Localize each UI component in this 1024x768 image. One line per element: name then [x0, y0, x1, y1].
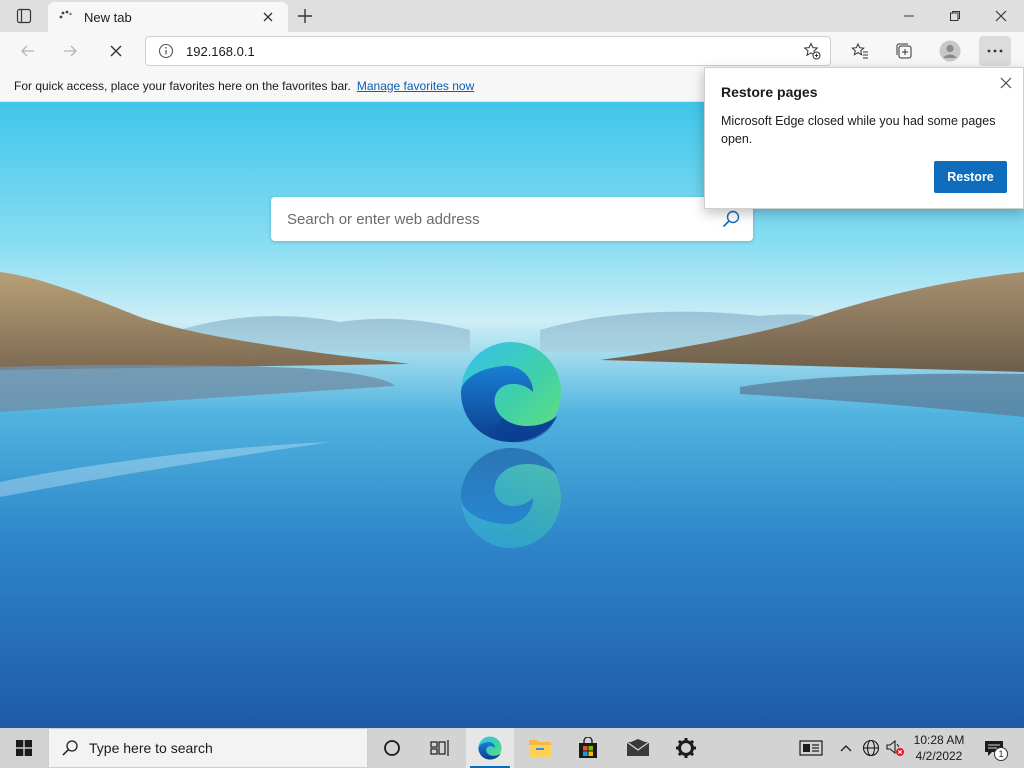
cortana-icon [384, 740, 400, 756]
network-icon [862, 739, 880, 757]
store-button[interactable] [564, 728, 612, 768]
manage-favorites-link[interactable]: Manage favorites now [357, 79, 474, 93]
search-icon [722, 210, 740, 228]
spinner-icon [59, 10, 72, 19]
edge-logo-reflection [461, 448, 561, 548]
address-bar[interactable]: 192.168.0.1 [145, 36, 831, 66]
file-explorer-button[interactable] [516, 728, 564, 768]
window-close-button[interactable] [978, 0, 1024, 32]
taskbar-edge-button[interactable] [466, 728, 514, 768]
close-icon [995, 10, 1007, 22]
maximize-button[interactable] [932, 0, 978, 32]
mail-button[interactable] [614, 728, 662, 768]
minimize-icon [904, 15, 914, 17]
file-explorer-icon [529, 740, 551, 757]
popup-message: Microsoft Edge closed while you had some… [721, 114, 996, 146]
forward-arrow-icon [64, 45, 77, 57]
clock-date: 4/2/2022 [915, 749, 963, 763]
collections-icon [896, 43, 912, 59]
mail-icon [626, 739, 650, 756]
info-icon [158, 43, 174, 59]
search-box[interactable]: Search or enter web address [271, 197, 753, 241]
taskbar: Type here to search 10:28 AM 4/2/2022 1 [0, 728, 1024, 768]
popup-title: Restore pages [721, 84, 818, 100]
tab-close-button[interactable] [258, 7, 278, 27]
news-button[interactable] [796, 728, 826, 768]
back-button[interactable] [12, 36, 44, 66]
volume-button[interactable] [884, 728, 906, 768]
taskbar-search-box[interactable]: Type here to search [48, 728, 368, 768]
restore-button[interactable]: Restore [934, 161, 1007, 193]
profile-button[interactable] [934, 36, 966, 66]
plus-icon [298, 9, 312, 23]
edge-icon [478, 736, 502, 760]
task-view-button[interactable] [416, 728, 464, 768]
news-icon [799, 740, 823, 756]
tab-title: New tab [84, 9, 132, 25]
restore-pages-popup: Restore pages Microsoft Edge closed whil… [704, 67, 1024, 209]
new-tab-button[interactable] [292, 4, 318, 28]
favorites-icon [851, 42, 868, 59]
network-button[interactable] [860, 728, 882, 768]
chevron-up-icon [840, 745, 852, 752]
taskbar-search-text: Type here to search [89, 740, 213, 756]
search-button[interactable] [709, 209, 753, 229]
tab-actions-button[interactable] [0, 0, 48, 32]
tab-new-tab[interactable]: New tab [48, 2, 288, 32]
notification-count: 1 [994, 747, 1008, 761]
add-favorite-button[interactable] [794, 42, 830, 60]
popup-close-button[interactable] [997, 74, 1015, 92]
action-center-button[interactable]: 1 [976, 728, 1012, 768]
settings-button[interactable] [662, 728, 710, 768]
clock[interactable]: 10:28 AM 4/2/2022 [908, 728, 970, 768]
stop-button[interactable] [100, 36, 132, 66]
search-icon [62, 740, 78, 756]
favorites-bar-message: For quick access, place your favorites h… [14, 78, 351, 93]
store-icon [579, 737, 597, 758]
back-arrow-icon [21, 45, 34, 57]
cortana-button[interactable] [368, 728, 416, 768]
tab-actions-icon [16, 8, 32, 24]
volume-muted-icon [886, 739, 904, 756]
close-icon [263, 12, 273, 22]
show-hidden-icons-button[interactable] [836, 728, 856, 768]
more-icon [987, 49, 1003, 53]
forward-button[interactable] [54, 36, 86, 66]
task-view-icon [430, 740, 449, 756]
settings-icon [676, 738, 696, 758]
collections-button[interactable] [888, 36, 920, 66]
title-bar: New tab [0, 0, 1024, 32]
maximize-icon [950, 11, 960, 21]
favorites-button[interactable] [844, 36, 876, 66]
close-icon [1000, 77, 1012, 89]
site-info-button[interactable] [146, 43, 186, 59]
clock-time: 10:28 AM [913, 733, 965, 747]
search-placeholder: Search or enter web address [287, 210, 480, 228]
minimize-button[interactable] [886, 0, 932, 32]
edge-logo [461, 342, 561, 443]
profile-icon [939, 40, 961, 62]
settings-and-more-button[interactable] [979, 36, 1011, 66]
address-url[interactable]: 192.168.0.1 [186, 44, 794, 59]
stop-icon [110, 45, 122, 57]
windows-icon [16, 740, 32, 756]
start-button[interactable] [0, 728, 48, 768]
navigation-toolbar: 192.168.0.1 [0, 32, 1024, 70]
star-plus-icon [803, 42, 821, 60]
